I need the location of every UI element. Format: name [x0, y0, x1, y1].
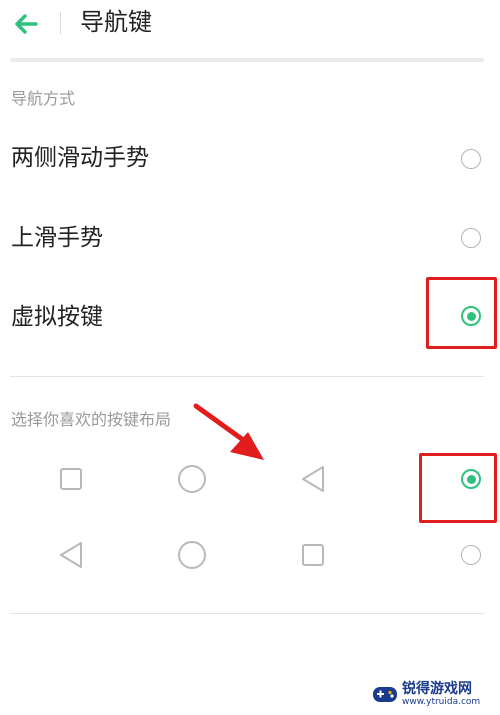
option-label: 两侧滑动手势 [11, 145, 149, 171]
circle-icon [178, 465, 206, 493]
page-title: 导航键 [80, 8, 152, 36]
section-divider [10, 613, 484, 614]
radio-gesture-swipe-up[interactable] [461, 228, 481, 248]
key-layout-section-label: 选择你喜欢的按键布局 [11, 410, 172, 429]
highlight-box-virtual-keys [426, 277, 497, 349]
option-gesture-side-swipe[interactable]: 两侧滑动手势 [0, 128, 500, 188]
back-button[interactable] [10, 8, 42, 40]
header-divider [60, 12, 61, 34]
nav-method-section-label: 导航方式 [11, 89, 76, 108]
option-gesture-swipe-up[interactable]: 上滑手势 [0, 208, 500, 268]
watermark-name: 锐得游戏网 [402, 681, 472, 697]
option-label: 虚拟按键 [11, 304, 103, 330]
gamepad-logo-icon [373, 687, 397, 702]
triangle-left-icon [302, 466, 324, 492]
circle-icon [178, 541, 206, 569]
radio-layout-2[interactable] [461, 545, 481, 565]
watermark-text-block: 锐得游戏网 www.ytruida.com [402, 681, 480, 707]
option-virtual-keys[interactable]: 虚拟按键 [0, 287, 500, 347]
square-icon [60, 468, 82, 490]
app-header: 导航键 [0, 0, 500, 48]
section-divider [10, 376, 484, 377]
radio-gesture-side-swipe[interactable] [461, 149, 481, 169]
watermark-url: www.ytruida.com [402, 697, 481, 707]
square-icon [302, 544, 324, 566]
option-label: 上滑手势 [11, 225, 103, 251]
triangle-left-icon [60, 542, 82, 568]
layout-option-2[interactable] [0, 524, 500, 584]
watermark: 锐得游戏网 www.ytruida.com [372, 678, 500, 710]
arrow-left-icon [15, 14, 38, 34]
highlight-box-layout-1 [419, 453, 497, 523]
header-divider-bar [10, 58, 484, 62]
